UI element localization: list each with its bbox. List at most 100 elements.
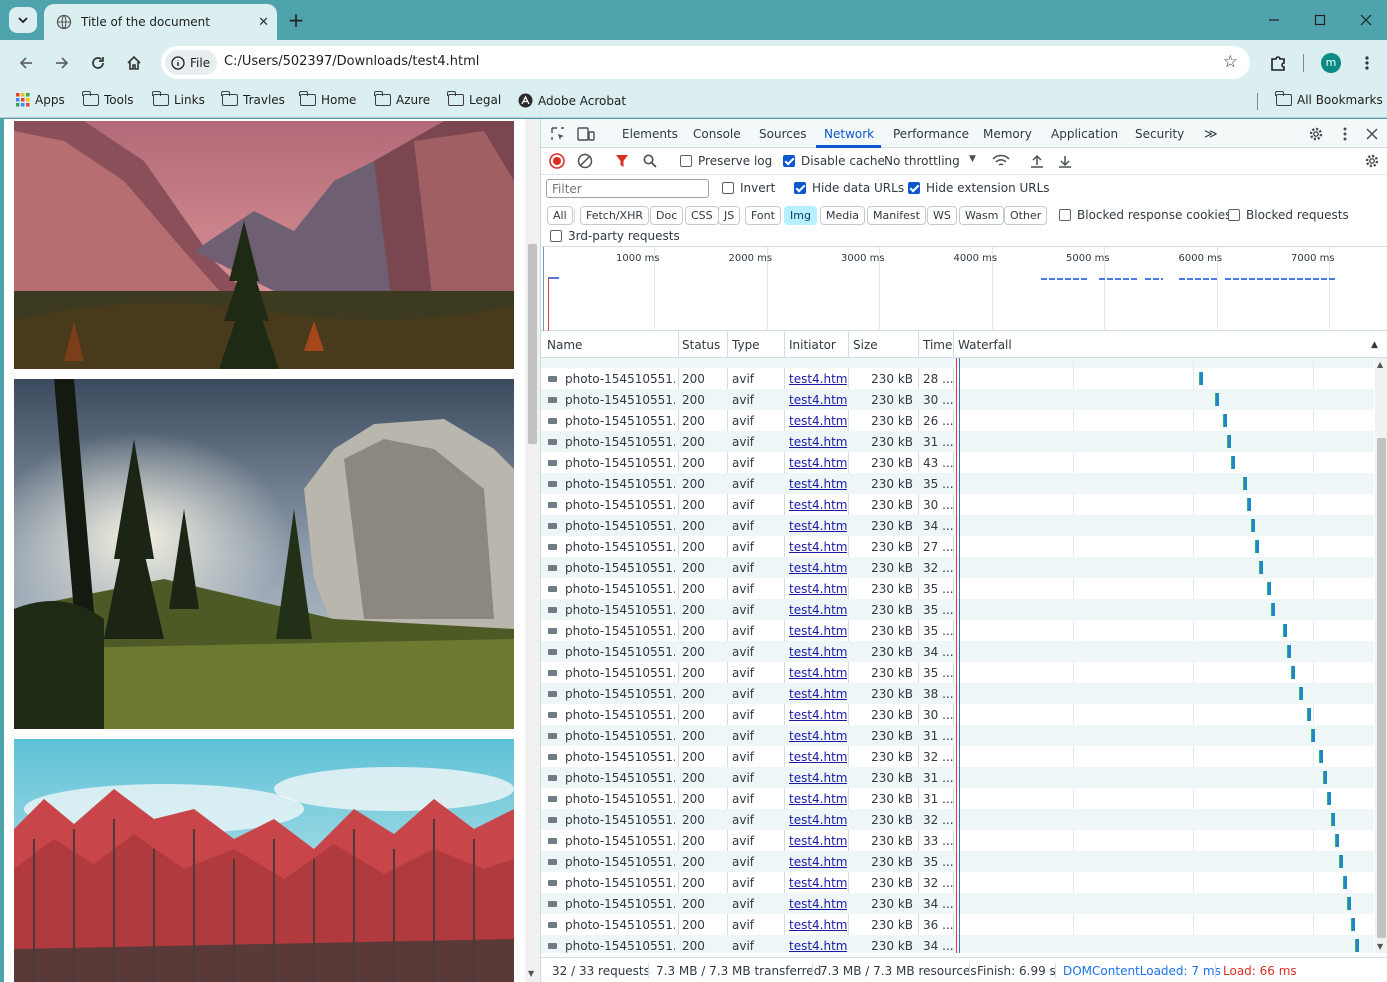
disable-cache-checkbox[interactable] (783, 155, 795, 167)
table-row[interactable]: photo-154510551... 200 avif test4.html:3 230… (541, 830, 1374, 851)
table-row[interactable]: photo-154510551... 200 avif test4.html:3 230… (541, 578, 1374, 599)
invert-checkbox[interactable] (722, 182, 734, 194)
site-info-chip[interactable]: File (165, 50, 217, 75)
cell-initiator[interactable]: test4.html:3 (789, 603, 847, 617)
cell-initiator[interactable]: test4.html:3 (789, 582, 847, 596)
close-devtools-icon[interactable] (1363, 125, 1381, 143)
settings-gear-icon[interactable] (1307, 125, 1325, 143)
table-row[interactable]: photo-154510551... 200 avif test4.html:3 230… (541, 704, 1374, 725)
chip-manifest[interactable]: Manifest (867, 206, 926, 225)
table-row[interactable]: photo-154510551... 200 avif test4.html:3 230… (541, 767, 1374, 788)
col-size[interactable]: Size (853, 338, 878, 352)
table-row[interactable] (541, 358, 1374, 368)
requests-scrollbar[interactable]: ▲ ▼ (1375, 358, 1387, 953)
profile-avatar[interactable]: m (1321, 53, 1341, 73)
chip-other[interactable]: Other (1004, 206, 1048, 225)
minimize-button[interactable] (1251, 0, 1297, 40)
table-row[interactable]: photo-154510551... 200 avif test4.html:3 230… (541, 431, 1374, 452)
cell-initiator[interactable]: test4.html:3 (789, 792, 847, 806)
tab-performance[interactable]: Performance (893, 127, 969, 141)
scroll-down-arrow-icon[interactable]: ▼ (1377, 942, 1383, 951)
table-row[interactable]: photo-154510551... 200 avif test4.html:3 230… (541, 725, 1374, 746)
tab-console[interactable]: Console (693, 127, 741, 141)
table-row[interactable]: photo-154510551... 200 avif test4.html:3 230… (541, 599, 1374, 620)
cell-initiator[interactable]: test4.html:3 (789, 624, 847, 638)
chip-all[interactable]: All (547, 206, 573, 225)
table-row[interactable]: photo-154510551... 200 avif test4.html:3 230… (541, 788, 1374, 809)
cell-initiator[interactable]: test4.html:3 (789, 498, 847, 512)
cell-initiator[interactable]: test4.html:3 (789, 855, 847, 869)
throttling-dropdown-arrow-icon[interactable]: ▼ (969, 154, 976, 164)
table-row[interactable]: photo-154510551... 200 avif test4.html:3 230… (541, 515, 1374, 536)
cell-initiator[interactable]: test4.html:3 (789, 813, 847, 827)
table-row[interactable]: photo-154510551... 200 avif test4.html:3 230… (541, 935, 1374, 953)
network-settings-gear-icon[interactable] (1363, 153, 1381, 169)
table-row[interactable]: photo-154510551... 200 avif test4.html:3 230… (541, 893, 1374, 914)
cell-initiator[interactable]: test4.html:3 (789, 372, 847, 386)
hide-data-urls-checkbox[interactable] (794, 182, 806, 194)
tab-memory[interactable]: Memory (983, 127, 1032, 141)
browser-menu-button[interactable] (1354, 50, 1380, 76)
col-type[interactable]: Type (732, 338, 760, 352)
maximize-button[interactable] (1297, 0, 1343, 40)
table-row[interactable]: photo-154510551... 200 avif test4.html:3 230… (541, 410, 1374, 431)
table-row[interactable]: photo-154510551... 200 avif test4.html:3 230… (541, 473, 1374, 494)
col-time[interactable]: Time (923, 338, 952, 352)
preserve-log-checkbox[interactable] (680, 155, 692, 167)
chip-img[interactable]: Img (784, 206, 817, 225)
tab-sources[interactable]: Sources (759, 127, 806, 141)
table-row[interactable]: photo-154510551... 200 avif test4.html:3 230… (541, 746, 1374, 767)
table-row[interactable]: photo-154510551... 200 avif test4.html:3 230… (541, 662, 1374, 683)
table-row[interactable]: photo-154510551... 200 avif test4.html:3 230… (541, 536, 1374, 557)
tab-search-button[interactable] (9, 7, 37, 33)
cell-initiator[interactable]: test4.html:3 (789, 897, 847, 911)
chip-fetch-xhr[interactable]: Fetch/XHR (580, 206, 649, 225)
clear-log-icon[interactable] (577, 153, 593, 169)
chip-ws[interactable]: WS (927, 206, 957, 225)
tab-security[interactable]: Security (1135, 127, 1184, 141)
import-har-icon[interactable] (1029, 153, 1045, 169)
chip-js[interactable]: JS (718, 206, 741, 225)
cell-initiator[interactable]: test4.html:3 (789, 750, 847, 764)
cell-initiator[interactable]: test4.html:3 (789, 393, 847, 407)
requests-table-body[interactable]: photo-154510551... 200 avif test4.html:3 230… (541, 358, 1374, 953)
table-row[interactable]: photo-154510551... 200 avif test4.html:3 230… (541, 851, 1374, 872)
bookmark-folder-links[interactable]: Links (152, 91, 205, 107)
cell-initiator[interactable]: test4.html:3 (789, 771, 847, 785)
home-button[interactable] (121, 50, 147, 76)
cell-initiator[interactable]: test4.html:3 (789, 519, 847, 533)
requests-scrollbar-thumb[interactable] (1377, 438, 1386, 938)
close-window-button[interactable] (1343, 0, 1387, 40)
table-row[interactable]: photo-154510551... 200 avif test4.html:3 230… (541, 809, 1374, 830)
bookmark-folder-azure[interactable]: Azure (374, 91, 430, 107)
chip-wasm[interactable]: Wasm (959, 206, 1005, 225)
url-text[interactable]: C:/Users/502397/Downloads/test4.html (224, 54, 479, 69)
table-row[interactable]: photo-154510551... 200 avif test4.html:3 230… (541, 452, 1374, 473)
col-initiator[interactable]: Initiator (789, 338, 836, 352)
table-row[interactable]: photo-154510551... 200 avif test4.html:3 230… (541, 641, 1374, 662)
cell-initiator[interactable]: test4.html:3 (789, 876, 847, 890)
table-row[interactable]: photo-154510551... 200 avif test4.html:3 230… (541, 368, 1374, 389)
col-name[interactable]: Name (547, 338, 582, 352)
table-row[interactable]: photo-154510551... 200 avif test4.html:3 230… (541, 872, 1374, 893)
back-button[interactable] (13, 50, 39, 76)
search-icon[interactable] (642, 153, 658, 169)
network-conditions-icon[interactable] (992, 153, 1010, 169)
cell-initiator[interactable]: test4.html:3 (789, 456, 847, 470)
blocked-requests-checkbox[interactable] (1228, 209, 1240, 221)
table-row[interactable]: photo-154510551... 200 avif test4.html:3 230… (541, 914, 1374, 935)
cell-initiator[interactable]: test4.html:3 (789, 645, 847, 659)
chip-css[interactable]: CSS (685, 206, 719, 225)
table-row[interactable]: photo-154510551... 200 avif test4.html:3 230… (541, 683, 1374, 704)
third-party-checkbox[interactable] (550, 230, 562, 242)
cell-initiator[interactable]: test4.html:3 (789, 540, 847, 554)
all-bookmarks-button[interactable]: All Bookmarks (1275, 91, 1383, 107)
bookmark-star-icon[interactable]: ☆ (1223, 52, 1238, 72)
bookmark-folder-home[interactable]: Home (299, 91, 356, 107)
scroll-down-arrow-icon[interactable]: ▼ (528, 969, 534, 978)
cell-initiator[interactable]: test4.html:3 (789, 435, 847, 449)
new-tab-button[interactable]: + (284, 6, 308, 34)
filter-funnel-icon[interactable] (614, 153, 630, 169)
extensions-button[interactable] (1265, 50, 1291, 76)
chip-doc[interactable]: Doc (650, 206, 684, 225)
